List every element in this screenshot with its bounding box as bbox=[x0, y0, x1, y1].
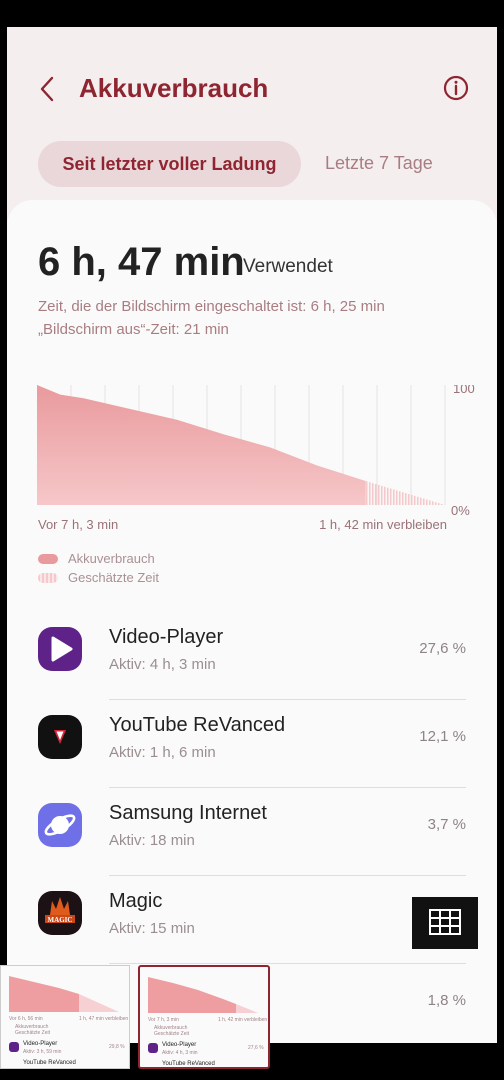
thumbnail-start-label: Vor 7 h, 3 min bbox=[148, 1017, 179, 1023]
app-percent: 3,7 % bbox=[427, 816, 466, 833]
samsung-internet-icon bbox=[38, 803, 82, 847]
chart-estimated-area bbox=[365, 481, 446, 505]
screen-off-time: „Bildschirm aus“-Zeit: 21 min bbox=[38, 321, 229, 338]
top-app-bar: Akkuverbrauch bbox=[7, 27, 497, 127]
app-name: Video-Player bbox=[109, 626, 224, 648]
video-player-icon bbox=[9, 1042, 19, 1052]
legend-used: Akkuverbrauch bbox=[38, 551, 155, 566]
app-active-time: Aktiv: 18 min bbox=[109, 832, 195, 849]
legend-used-swatch bbox=[38, 553, 58, 564]
thumbnail-app-name: Video-Player bbox=[23, 1041, 58, 1047]
thumbnail-app-name: Video-Player bbox=[162, 1042, 197, 1048]
screenshot-thumbnail-1[interactable]: Vor 6 h, 56 min 1 h, 47 min verbleiben A… bbox=[0, 965, 130, 1069]
thumbnail-end-label: 1 h, 47 min verbleiben bbox=[79, 1016, 129, 1022]
tab-last-7-days[interactable]: Letzte 7 Tage bbox=[325, 153, 433, 174]
app-name: Samsung Internet bbox=[109, 802, 267, 824]
list-item-video-player[interactable]: Video-Player Aktiv: 4 h, 3 min 27,6 % bbox=[7, 612, 497, 700]
legend-estimated: Geschätzte Zeit bbox=[38, 570, 159, 585]
thumbnail-legend-estimated: Geschätzte Zeit bbox=[154, 1031, 190, 1037]
info-icon[interactable] bbox=[443, 75, 469, 101]
thumbnail-next-app: YouTube ReVanced bbox=[162, 1061, 215, 1067]
thumbnail-app-active: Aktiv: 4 h, 3 min bbox=[162, 1050, 198, 1056]
app-percent: 1,8 % bbox=[427, 992, 466, 1009]
youtube-revanced-icon bbox=[38, 715, 82, 759]
chart-end-label: 1 h, 42 min verbleiben bbox=[319, 517, 447, 532]
app-name: Magic bbox=[109, 890, 163, 912]
thumbnail-legend-estimated: Geschätzte Zeit bbox=[15, 1030, 51, 1036]
chart-y-bottom-label: 0% bbox=[451, 503, 470, 518]
page-title: Akkuverbrauch bbox=[79, 73, 269, 103]
usage-time: 6 h, 47 min bbox=[38, 240, 245, 284]
app-name: YouTube ReVanced bbox=[109, 714, 286, 736]
thumbnail-end-label: 1 h, 42 min verbleiben bbox=[218, 1017, 268, 1023]
thumbnail-start-label: Vor 6 h, 56 min bbox=[9, 1016, 43, 1022]
app-active-time: Aktiv: 15 min bbox=[109, 920, 195, 937]
magic-app-icon: MAGIC bbox=[38, 891, 82, 935]
grid-icon bbox=[429, 909, 461, 935]
back-arrow-icon[interactable] bbox=[35, 75, 59, 103]
thumbnail-app-pct: 27,6 % bbox=[248, 1045, 264, 1051]
thumbnail-chart bbox=[148, 977, 258, 1013]
tab-since-last-charge[interactable]: Seit letzter voller Ladung bbox=[38, 141, 301, 187]
legend-used-label: Akkuverbrauch bbox=[68, 551, 155, 566]
chart-start-label: Vor 7 h, 3 min bbox=[38, 517, 119, 532]
screen-on-time: Zeit, die der Bildschirm eingeschaltet i… bbox=[38, 298, 385, 315]
video-player-icon bbox=[148, 1043, 158, 1053]
app-percent: 27,6 % bbox=[419, 640, 466, 657]
battery-chart: 100 0% bbox=[37, 385, 475, 518]
screenshot-thumbnail-2[interactable]: Vor 7 h, 3 min 1 h, 42 min verbleiben Ak… bbox=[138, 965, 270, 1069]
svg-text:MAGIC: MAGIC bbox=[48, 916, 73, 924]
thumbnail-app-active: Aktiv: 3 h, 59 min bbox=[23, 1049, 62, 1055]
app-active-time: Aktiv: 1 h, 6 min bbox=[109, 744, 216, 761]
video-player-icon bbox=[38, 627, 82, 671]
battery-usage-screen: Akkuverbrauch Seit letzter voller Ladung… bbox=[7, 27, 497, 1043]
app-active-time: Aktiv: 4 h, 3 min bbox=[109, 656, 216, 673]
legend-estimated-label: Geschätzte Zeit bbox=[68, 570, 160, 585]
grid-overlay-button[interactable] bbox=[412, 897, 478, 949]
thumbnail-app-pct: 29,8 % bbox=[109, 1044, 125, 1050]
chart-used-area bbox=[37, 385, 366, 505]
list-item-samsung-internet[interactable]: Samsung Internet Aktiv: 18 min 3,7 % bbox=[7, 788, 497, 876]
chart-y-top-label: 100 bbox=[453, 385, 475, 396]
legend-estimated-swatch bbox=[38, 572, 58, 583]
thumbnail-next-app: YouTube ReVanced bbox=[23, 1060, 76, 1066]
app-percent: 12,1 % bbox=[419, 728, 466, 745]
thumbnail-chart bbox=[9, 976, 119, 1012]
usage-label: Verwendet bbox=[243, 256, 333, 277]
list-item-youtube-revanced[interactable]: YouTube ReVanced Aktiv: 1 h, 6 min 12,1 … bbox=[7, 700, 497, 788]
